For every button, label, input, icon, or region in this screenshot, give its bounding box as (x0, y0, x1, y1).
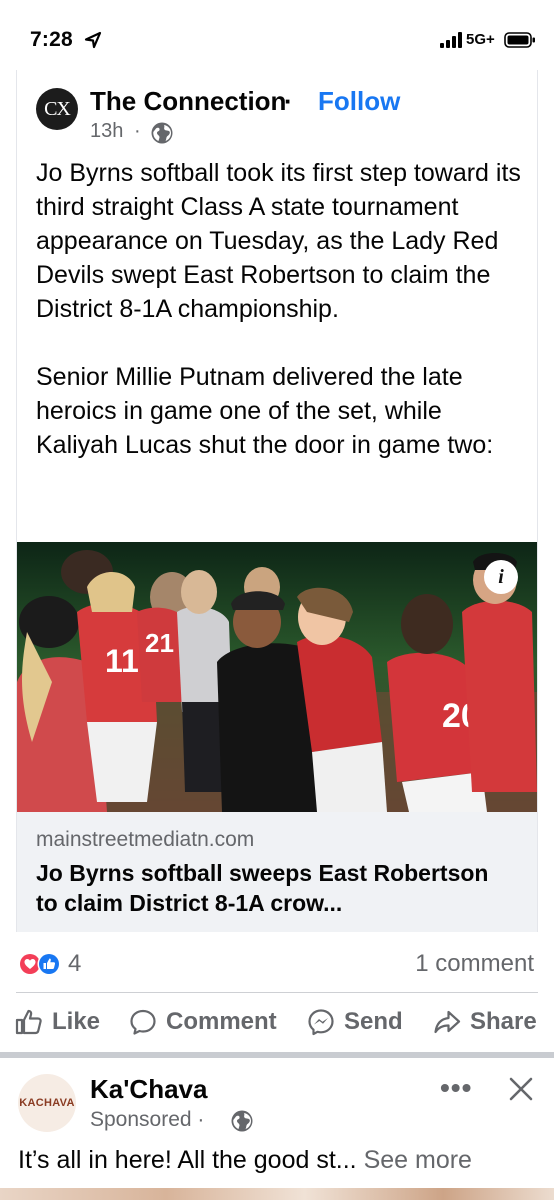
timestamp-separator: · (134, 120, 141, 142)
comment-button[interactable]: Comment (128, 1004, 277, 1040)
info-icon[interactable]: i (484, 560, 518, 594)
link-domain[interactable]: mainstreetmediatn.com (36, 828, 254, 852)
softball-team-photo: 11 21 20 (17, 542, 537, 812)
share-button[interactable]: Share (432, 1004, 537, 1040)
share-arrow-icon (434, 1010, 461, 1034)
post-timestamp[interactable]: 13h (90, 120, 123, 143)
page-avatar[interactable]: CX (36, 88, 78, 130)
like-label: Like (52, 1008, 101, 1035)
post-body: Jo Byrns softball took its first step to… (36, 156, 526, 462)
divider (16, 992, 538, 993)
sponsored-label: Sponsored · (90, 1108, 204, 1132)
like-reaction-icon (37, 952, 61, 976)
jersey-number-21: 21 (145, 628, 174, 658)
name-separator: · (284, 86, 293, 116)
sponsored-text: Sponsored (90, 1108, 192, 1131)
network-type: 5G+ (466, 31, 495, 48)
post-paragraph: Jo Byrns softball took its first step to… (36, 159, 521, 323)
share-label: Share (470, 1008, 537, 1035)
globe-icon (231, 1110, 253, 1132)
close-icon[interactable] (506, 1074, 536, 1104)
ad-text-body: It’s all in here! All the good st... (18, 1146, 357, 1174)
location-arrow-icon (84, 31, 102, 49)
send-label: Send (344, 1008, 403, 1035)
send-button[interactable]: Send (306, 1004, 403, 1040)
reactions-summary[interactable] (18, 952, 68, 976)
comment-bubble-icon (130, 1009, 156, 1035)
advertiser-name[interactable]: Ka'Chava (90, 1074, 207, 1105)
jersey-number-11: 11 (105, 643, 139, 679)
reaction-count[interactable]: 4 (68, 950, 81, 978)
comment-count[interactable]: 1 comment (415, 950, 534, 978)
thumbs-up-icon (15, 1009, 42, 1035)
feed-separator (0, 1052, 554, 1058)
like-button[interactable]: Like (14, 1004, 100, 1040)
sponsored-separator: · (197, 1108, 205, 1131)
post-photo[interactable]: 11 21 20 (17, 542, 537, 812)
status-time: 7:28 (30, 28, 73, 51)
cellular-signal-icon (440, 32, 462, 48)
more-options-icon[interactable]: ••• (440, 1072, 472, 1104)
link-title[interactable]: Jo Byrns softball sweeps East Robertson … (36, 858, 516, 918)
page-name[interactable]: The Connection (90, 86, 286, 117)
ad-text: It’s all in here! All the good st... See… (18, 1146, 472, 1175)
follow-button[interactable]: Follow (318, 86, 400, 117)
globe-icon (151, 122, 173, 144)
ad-image[interactable] (0, 1188, 554, 1200)
battery-icon (504, 32, 535, 48)
comment-label: Comment (166, 1008, 277, 1035)
messenger-icon (308, 1009, 334, 1036)
advertiser-logo[interactable]: KACHAVA (18, 1074, 76, 1132)
see-more-link[interactable]: See more (364, 1146, 472, 1174)
post-paragraph: Senior Millie Putnam delivered the late … (36, 363, 494, 459)
status-bar: 7:28 5G+ (0, 0, 554, 70)
